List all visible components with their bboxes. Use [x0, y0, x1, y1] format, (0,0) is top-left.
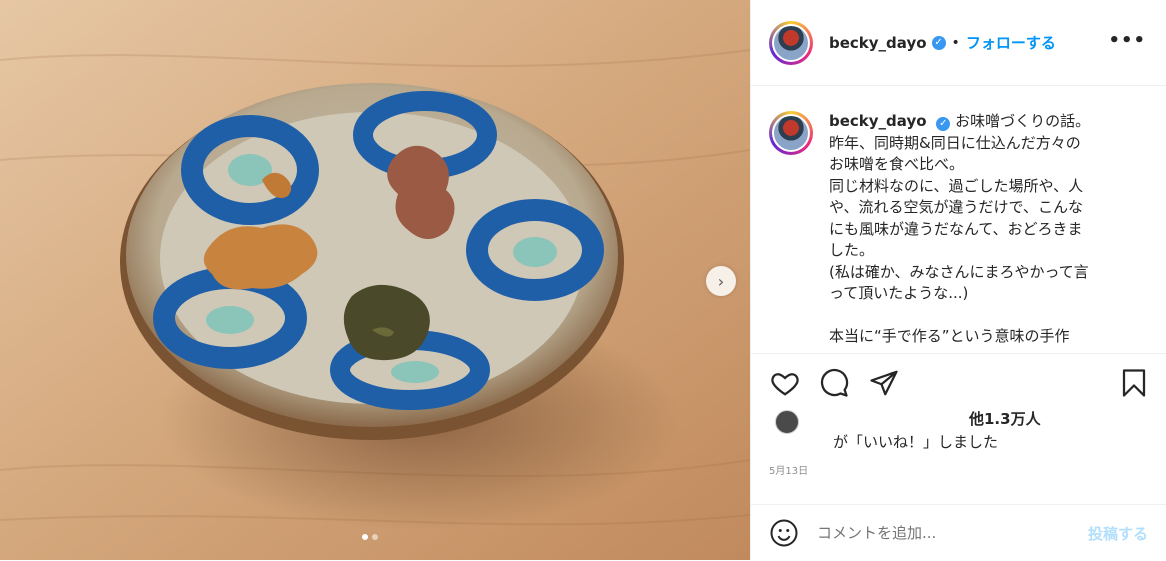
caption-username[interactable]: becky_dayo — [829, 112, 927, 130]
avatar[interactable] — [769, 20, 813, 65]
likes-text: が「いいね！」しました — [833, 433, 999, 451]
caption-line: や、流れる空気が違うだけで、こんな — [829, 198, 1083, 216]
likes-count[interactable]: 他1.3万人 — [969, 408, 1041, 429]
verified-badge-icon: ✓ — [931, 35, 946, 50]
caption-line: 本当に“手で作る”という意味の手作 — [829, 327, 1070, 345]
caption-line: って頂いたような...) — [829, 284, 969, 302]
header-separator: • — [951, 34, 960, 51]
caption-avatar[interactable] — [769, 111, 813, 155]
instagram-post: › becky_dayo ✓ • フォローする ••• becky_dayo ✓… — [0, 0, 1166, 560]
post-date[interactable]: 5月13日 — [769, 462, 808, 477]
chevron-right-icon: › — [717, 271, 725, 291]
liker-avatar[interactable] — [775, 410, 799, 434]
post-sidebar: becky_dayo ✓ • フォローする ••• becky_dayo ✓ お… — [750, 0, 1166, 560]
post-comment-button[interactable]: 投稿する — [1088, 523, 1148, 544]
caption-area: becky_dayo ✓ お味噌づくりの話。 昨年、同時期&同日に仕込んだ方々の… — [751, 87, 1166, 353]
post-header: becky_dayo ✓ • フォローする ••• — [751, 0, 1166, 86]
caption-line: 同じ材料なのに、過ごした場所や、人 — [829, 176, 1084, 195]
caption-text: becky_dayo ✓ お味噌づくりの話。 昨年、同時期&同日に仕込んだ方々の… — [829, 111, 1148, 353]
carousel-dots — [362, 534, 378, 540]
share-icon[interactable] — [869, 368, 899, 398]
comment-bar: 投稿する — [751, 504, 1166, 561]
caption-line — [829, 305, 1148, 327]
caption-line: お味噌を食べ比べ。 — [829, 155, 965, 173]
emoji-icon[interactable] — [769, 518, 799, 548]
avatar-image — [774, 116, 808, 150]
caption-line: した。 — [829, 241, 875, 259]
carousel-dot-active — [362, 534, 368, 540]
next-photo-button[interactable]: › — [706, 266, 736, 296]
miso-dish-photo — [0, 0, 750, 560]
heart-icon[interactable] — [769, 368, 801, 398]
comment-input[interactable] — [815, 523, 1059, 543]
verified-badge-icon: ✓ — [936, 116, 951, 131]
more-options-icon[interactable]: ••• — [1108, 30, 1146, 51]
follow-button[interactable]: フォローする — [966, 32, 1056, 53]
comment-icon[interactable] — [819, 368, 849, 398]
caption-line: 昨年、同時期&同日に仕込んだ方々の — [829, 133, 1081, 152]
post-photo[interactable]: › — [0, 0, 750, 560]
caption-line: (私は確か、みなさんにまろやかって言 — [829, 262, 1089, 281]
avatar-image — [774, 25, 808, 60]
username-link[interactable]: becky_dayo — [829, 34, 927, 52]
caption-line: にも風味が違うだなんて、おどろきま — [829, 219, 1083, 238]
likes-row: 他1.3万人 が「いいね！」しました — [769, 406, 1166, 454]
caption-line: お味噌づくりの話。 — [955, 112, 1091, 130]
bookmark-icon[interactable] — [1119, 368, 1149, 398]
carousel-dot — [372, 534, 378, 540]
